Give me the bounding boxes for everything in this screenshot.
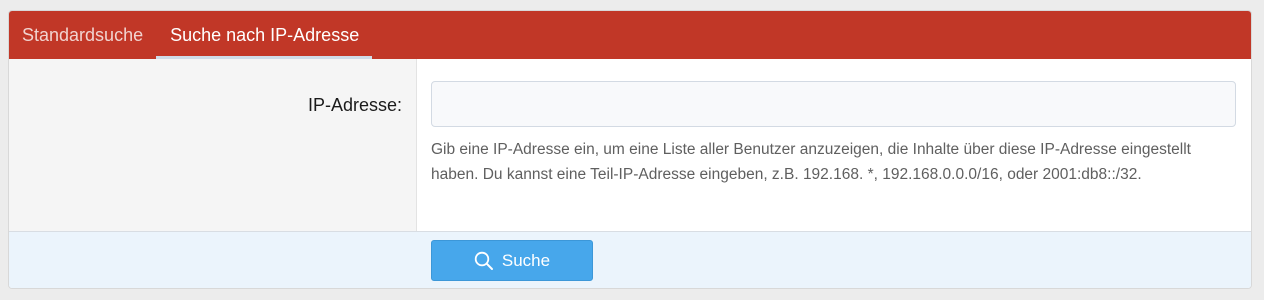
ip-address-input-cell: Gib eine IP-Adresse ein, um eine Liste a… bbox=[417, 59, 1251, 231]
tab-label: Suche nach IP-Adresse bbox=[170, 24, 360, 45]
submit-row: Suche bbox=[9, 232, 1251, 288]
tab-standard-search[interactable]: Standardsuche bbox=[9, 11, 156, 59]
search-icon bbox=[474, 251, 494, 271]
tab-bar: Standardsuche Suche nach IP-Adresse bbox=[9, 11, 1251, 59]
ip-address-form-row: IP-Adresse: Gib eine IP-Adresse ein, um … bbox=[9, 59, 1251, 232]
search-button[interactable]: Suche bbox=[431, 240, 593, 281]
search-button-label: Suche bbox=[501, 250, 551, 270]
tab-label: Standardsuche bbox=[22, 24, 144, 45]
ip-address-label: IP-Adresse: bbox=[9, 59, 417, 231]
ip-address-hint: Gib eine IP-Adresse ein, um eine Liste a… bbox=[431, 141, 1191, 183]
ip-search-panel: Standardsuche Suche nach IP-Adresse IP-A… bbox=[8, 10, 1252, 289]
tab-ip-search[interactable]: Suche nach IP-Adresse bbox=[156, 11, 373, 59]
ip-address-input[interactable] bbox=[431, 81, 1236, 127]
